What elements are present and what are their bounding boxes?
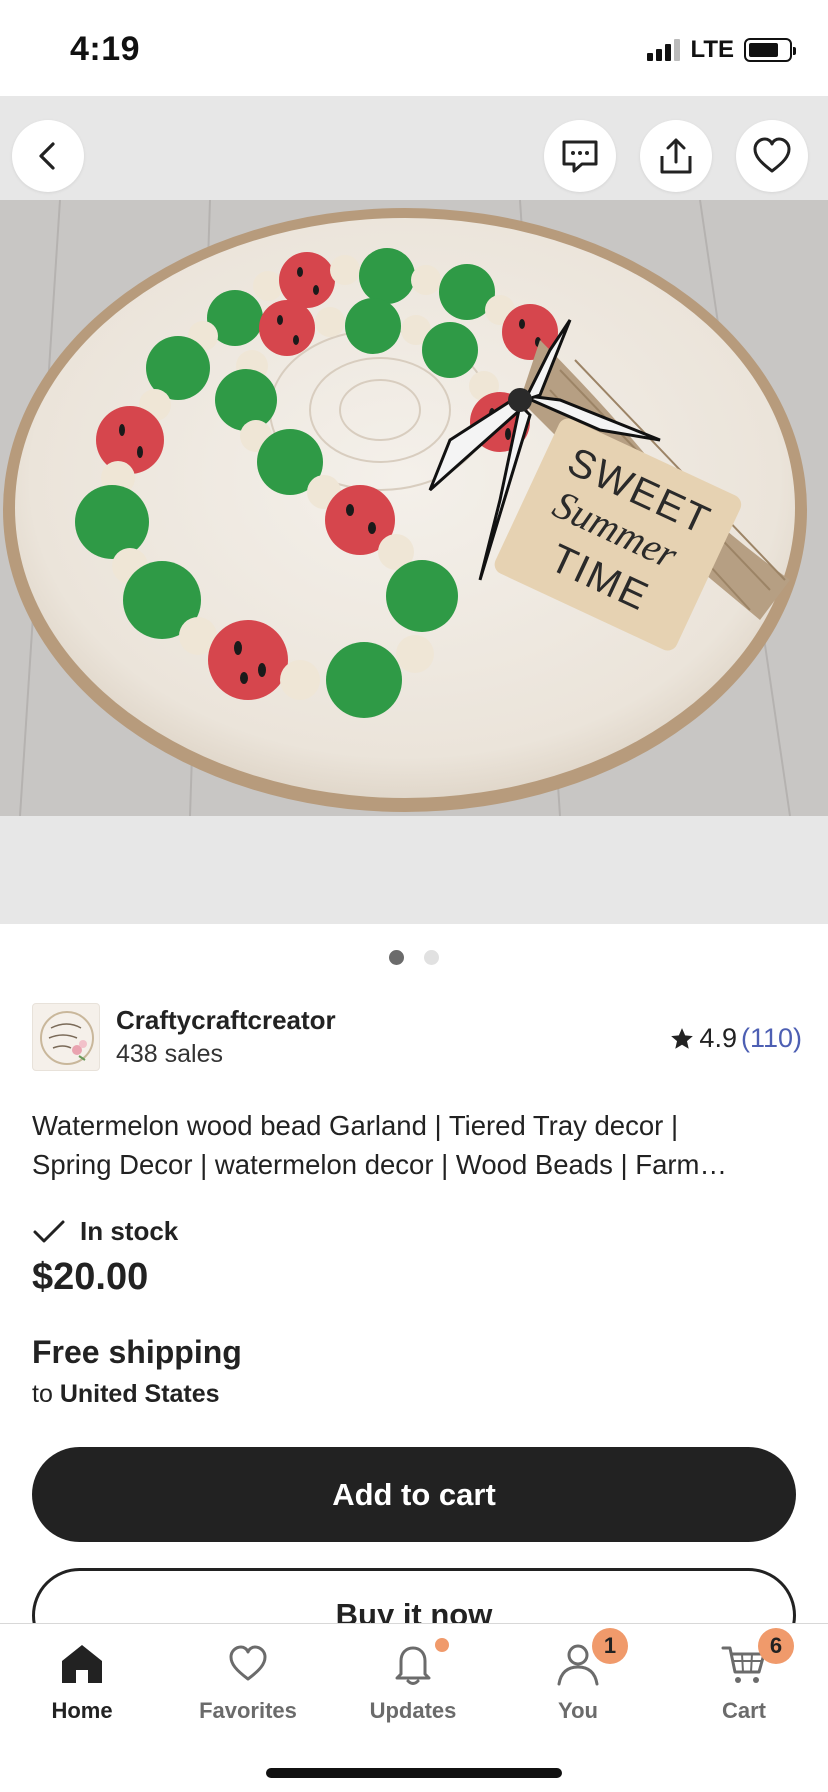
person-icon: 1	[554, 1628, 628, 1688]
message-seller-button[interactable]	[544, 120, 616, 192]
shipping-headline: Free shipping	[32, 1334, 242, 1370]
status-indicators: LTE	[647, 36, 796, 64]
stock-status: In stock	[32, 1216, 178, 1247]
star-icon	[671, 1027, 694, 1049]
shop-sales: 438 sales	[116, 1040, 224, 1068]
signal-icon	[647, 39, 681, 61]
favorite-button[interactable]	[736, 120, 808, 192]
tab-cart[interactable]: 6 Cart	[669, 1628, 819, 1724]
shipping-country[interactable]: United States	[60, 1380, 220, 1408]
home-icon	[58, 1640, 106, 1688]
updates-notification-dot	[435, 1638, 449, 1652]
product-photo[interactable]: SWEET Summer TIME	[0, 200, 828, 816]
shop-name[interactable]: Craftycraftcreator	[116, 1005, 336, 1036]
cart-icon: 6	[720, 1628, 794, 1688]
garland-photo: SWEET Summer TIME	[0, 200, 828, 816]
heart-icon	[753, 137, 791, 173]
status-time: 4:19	[70, 30, 141, 68]
shipping-to-prefix: to	[32, 1380, 53, 1408]
carousel-dots	[0, 950, 828, 965]
tab-cart-label: Cart	[721, 1698, 766, 1723]
home-indicator[interactable]	[266, 1768, 562, 1778]
stock-status-label: In stock	[80, 1216, 179, 1246]
checkmark-icon	[33, 1220, 65, 1242]
shop-avatar[interactable]	[32, 1003, 100, 1071]
review-count-link[interactable]: (110)	[741, 1023, 802, 1054]
price: $20.00	[32, 1256, 149, 1298]
tab-favorites[interactable]: Favorites	[173, 1640, 323, 1724]
share-icon	[660, 138, 692, 174]
message-icon	[562, 140, 598, 173]
back-button[interactable]	[12, 120, 84, 192]
you-badge: 1	[592, 1628, 628, 1664]
product-image-carousel[interactable]: SWEET Summer TIME	[0, 96, 828, 924]
battery-icon	[744, 38, 796, 62]
seller-row[interactable]: Craftycraftcreator 438 sales 4.9 (110)	[32, 1003, 802, 1073]
tab-updates-label: Updates	[369, 1698, 457, 1723]
share-button[interactable]	[640, 120, 712, 192]
cart-badge: 6	[758, 1628, 794, 1664]
carousel-dot-1[interactable]	[389, 950, 404, 965]
tab-you-label: You	[558, 1698, 598, 1723]
carousel-dot-2[interactable]	[424, 950, 439, 965]
heart-icon	[224, 1640, 272, 1688]
rating-value: 4.9	[699, 1023, 737, 1053]
add-to-cart-button[interactable]: Add to cart	[32, 1447, 796, 1542]
listing-title-line-1: Watermelon wood bead Garland | Tiered Tr…	[32, 1110, 679, 1141]
shipping-destination[interactable]: to United States	[32, 1380, 220, 1409]
chevron-left-icon	[39, 142, 55, 170]
tab-updates[interactable]: Updates	[338, 1638, 488, 1724]
listing-title-line-2: Spring Decor | watermelon decor | Wood B…	[32, 1149, 727, 1180]
tab-you[interactable]: 1 You	[503, 1628, 653, 1724]
bottom-tab-bar: Home Favorites Updates 1 You 6 Cart	[0, 1623, 828, 1792]
shop-rating[interactable]: 4.9 (110)	[669, 1023, 802, 1054]
status-bar: 4:19 LTE	[0, 0, 828, 96]
tab-home[interactable]: Home	[7, 1640, 157, 1724]
shop-logo-icon	[40, 1011, 94, 1065]
tab-favorites-label: Favorites	[199, 1698, 297, 1723]
listing-title[interactable]: Watermelon wood bead Garland | Tiered Tr…	[32, 1106, 792, 1184]
bell-icon	[389, 1638, 449, 1688]
tab-home-label: Home	[51, 1698, 113, 1723]
network-label: LTE	[690, 36, 734, 63]
